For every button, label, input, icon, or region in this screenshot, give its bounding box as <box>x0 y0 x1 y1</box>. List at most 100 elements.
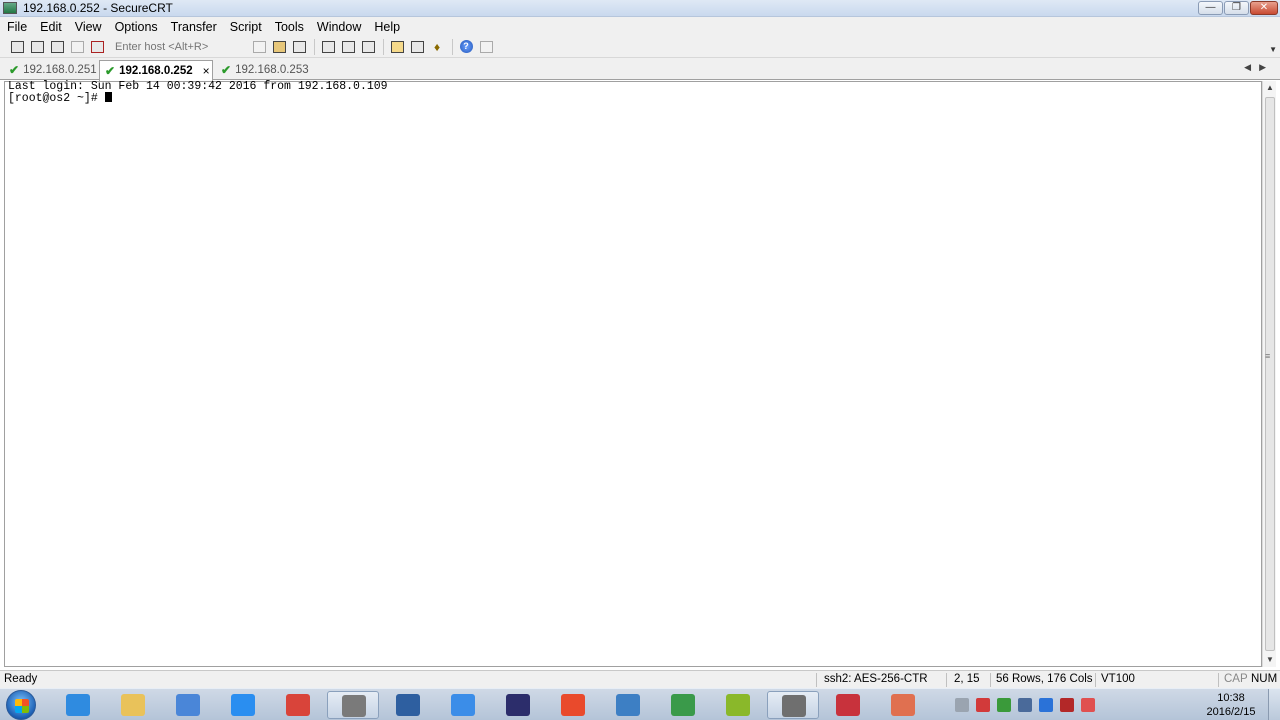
copy-icon <box>252 40 266 53</box>
print-setup-icon <box>361 40 375 53</box>
connect-icon <box>10 40 24 53</box>
notes-icon <box>451 694 475 716</box>
terminal-line: Last login: Sun Feb 14 00:39:42 2016 fro… <box>8 80 388 93</box>
taskbar-app-button[interactable] <box>272 691 324 719</box>
menu-help[interactable]: Help <box>374 20 400 34</box>
connect-button[interactable] <box>8 39 26 55</box>
antivirus-icon[interactable] <box>1060 698 1074 712</box>
global-options-button[interactable] <box>408 39 426 55</box>
status-separator <box>1095 673 1096 687</box>
tab-192-168-0-252[interactable]: ✔ 192.168.0.252 × <box>99 60 213 81</box>
show-desktop-button[interactable] <box>1268 689 1280 720</box>
system-clock[interactable]: 10:38 2016/2/15 <box>1200 691 1262 719</box>
taskbar-app-button[interactable] <box>437 691 489 719</box>
menu-tools[interactable]: Tools <box>275 20 304 34</box>
session-options-button[interactable] <box>388 39 406 55</box>
restore-button[interactable]: ❐ <box>1224 1 1249 15</box>
taskbar-app-button[interactable] <box>602 691 654 719</box>
global-options-icon <box>410 40 424 53</box>
taskbar-app-button[interactable] <box>382 691 434 719</box>
taskbar-app-button[interactable] <box>162 691 214 719</box>
print-setup-button[interactable] <box>359 39 377 55</box>
quick-connect-icon <box>30 40 44 53</box>
taskbar-app-button[interactable] <box>547 691 599 719</box>
screen-button[interactable] <box>477 39 495 55</box>
security-icon[interactable] <box>976 698 990 712</box>
menu-file[interactable]: File <box>7 20 27 34</box>
network-share-icon[interactable] <box>997 698 1011 712</box>
keymap-button[interactable]: ♦ <box>428 39 446 55</box>
taskbar-app-button[interactable] <box>712 691 764 719</box>
terminal-screen[interactable]: Last login: Sun Feb 14 00:39:42 2016 fro… <box>4 81 1262 667</box>
mindmanager-icon <box>726 694 750 716</box>
menu-window[interactable]: Window <box>317 20 361 34</box>
taskbar-app-button[interactable] <box>217 691 269 719</box>
scroll-thumb[interactable] <box>1265 97 1275 651</box>
app-tray-icon[interactable] <box>1081 698 1095 712</box>
clock-time: 10:38 <box>1217 692 1245 704</box>
tab-label: 192.168.0.252 <box>119 65 193 77</box>
terminal-prompt: [root@os2 ~]# <box>8 92 105 105</box>
close-button[interactable]: ✕ <box>1250 1 1278 15</box>
publisher-icon <box>671 694 695 716</box>
menu-script[interactable]: Script <box>230 20 262 34</box>
taskbar-app-button[interactable] <box>327 691 379 719</box>
bluetooth-icon[interactable] <box>1039 698 1053 712</box>
paint-app-icon <box>891 694 915 716</box>
taskbar-app-button[interactable] <box>107 691 159 719</box>
taskbar-app-button[interactable] <box>657 691 709 719</box>
help-button[interactable]: ? <box>457 39 475 55</box>
help-icon: ? <box>459 40 473 53</box>
securefx-icon <box>342 695 366 717</box>
tab-192-168-0-253[interactable]: ✔ 192.168.0.253 <box>216 60 316 80</box>
keyboard-icon[interactable] <box>955 698 969 712</box>
vertical-scrollbar[interactable]: ▲ ≡ ▼ <box>1262 81 1276 667</box>
taskbar-app-button[interactable] <box>877 691 929 719</box>
connected-check-icon: ✔ <box>9 63 20 77</box>
tab-scroll-arrows-icon[interactable]: ◀▶ <box>1244 62 1274 73</box>
status-cipher: ssh2: AES-256-CTR <box>824 673 928 685</box>
find-button[interactable] <box>290 39 308 55</box>
print-button[interactable] <box>319 39 337 55</box>
print-selection-button[interactable] <box>339 39 357 55</box>
reconnect-button[interactable] <box>68 39 86 55</box>
tab-192-168-0-251[interactable]: ✔ 192.168.0.251 <box>4 60 98 80</box>
menu-view[interactable]: View <box>75 20 102 34</box>
toolbar-separator <box>383 38 384 55</box>
session-options-icon <box>390 40 404 53</box>
enter-host-input[interactable] <box>112 38 246 55</box>
status-caps-lock: CAP <box>1224 673 1248 685</box>
minimize-button[interactable]: — <box>1198 1 1223 15</box>
paste-button[interactable] <box>270 39 288 55</box>
scroll-up-icon[interactable]: ▲ <box>1263 81 1277 95</box>
toolbar-overflow-icon[interactable]: ▼ <box>1269 45 1277 54</box>
ie-icon <box>66 694 90 716</box>
xmind-icon <box>836 694 860 716</box>
scroll-down-icon[interactable]: ▼ <box>1263 653 1277 667</box>
tab-close-icon[interactable]: × <box>203 64 210 78</box>
status-bar: Ready ssh2: AES-256-CTR 2, 15 56 Rows, 1… <box>0 670 1280 688</box>
tab-label: 192.168.0.251 <box>23 64 97 76</box>
taskbar-app-button[interactable] <box>767 691 819 719</box>
taskbar-app-button[interactable] <box>822 691 874 719</box>
window-title: 192.168.0.252 - SecureCRT <box>23 1 173 15</box>
taskbar-app-button[interactable] <box>52 691 104 719</box>
print-selection-icon <box>341 40 355 53</box>
window-controls: — ❐ ✕ <box>1198 1 1278 15</box>
windows-icon[interactable] <box>1018 698 1032 712</box>
title-bar[interactable]: 192.168.0.252 - SecureCRT — ❐ ✕ <box>0 0 1280 17</box>
disconnect-button[interactable] <box>88 39 106 55</box>
status-separator <box>1218 673 1219 687</box>
toolbar: ♦ ? ▼ <box>0 36 1280 58</box>
copy-button[interactable] <box>250 39 268 55</box>
print-icon <box>321 40 335 53</box>
menu-transfer[interactable]: Transfer <box>171 20 217 34</box>
menu-edit[interactable]: Edit <box>40 20 62 34</box>
connected-check-icon: ✔ <box>105 64 116 78</box>
taskbar-app-button[interactable] <box>492 691 544 719</box>
connect-in-tab-button[interactable] <box>48 39 66 55</box>
menu-options[interactable]: Options <box>115 20 158 34</box>
quick-connect-button[interactable] <box>28 39 46 55</box>
start-button[interactable] <box>6 690 36 720</box>
eclipse-icon <box>506 694 530 716</box>
